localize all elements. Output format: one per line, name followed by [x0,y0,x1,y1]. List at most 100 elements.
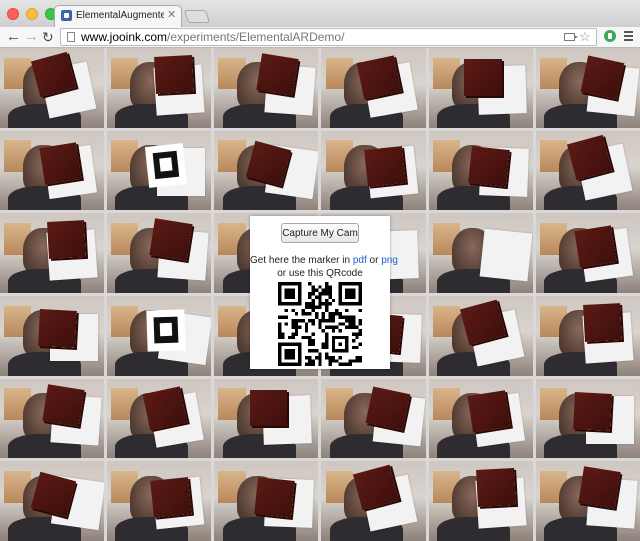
qr-module [358,332,362,336]
qr-module [321,329,326,333]
qr-module [358,329,362,333]
qr-module [358,359,362,363]
webcam-frame [321,378,426,459]
qr-module [325,325,329,330]
qr-module [288,335,292,340]
qr-module [308,302,312,306]
tab-close-icon[interactable]: ✕ [167,9,176,21]
webcam-frame [214,130,319,211]
or-word: or [369,255,379,266]
ar-cube [464,59,502,96]
menu-icon[interactable] [624,31,633,41]
extension-icon[interactable] [604,30,616,42]
qr-module [291,332,295,336]
forward-arrow-icon[interactable]: → [24,28,39,46]
qr-module [311,349,315,353]
qr-module [284,315,289,319]
qr-module [304,362,309,366]
qr-module [348,322,352,326]
window-minimize-button[interactable] [26,8,38,20]
new-tab-button[interactable] [183,10,211,23]
qr-module [345,288,356,299]
qr-module [311,362,315,366]
qr-module [304,322,309,326]
qr-module [291,335,295,340]
qr-module [321,342,326,346]
qr-module [318,322,322,326]
qr-module [294,332,299,336]
ar-cube [149,218,193,261]
qr-module [338,342,342,346]
qr-module [341,362,346,366]
qr-module [294,325,299,330]
capture-my-cam-button[interactable]: Capture My Cam [281,223,359,243]
ar-cube [475,468,515,507]
qr-module [351,318,356,323]
url-text[interactable]: www.jooink.com/experiments/ElementalARDe… [81,30,344,45]
webcam-frame [321,130,426,211]
qr-module [304,305,309,309]
qr-module [308,292,312,296]
ar-cube [356,55,401,100]
back-arrow-icon[interactable]: ← [6,28,21,46]
qr-module [348,318,352,323]
ar-cube [254,476,296,518]
reload-icon[interactable]: ↻ [42,28,54,46]
qr-module [358,342,362,346]
webcam-frame [214,48,319,128]
webcam-frame [535,213,640,293]
webcam-frame [107,130,212,211]
qr-module [304,329,309,333]
webcam-frame [0,461,105,541]
qr-module [308,349,312,353]
camera-icon[interactable] [564,33,578,41]
qr-module [325,332,329,336]
window-close-button[interactable] [7,8,19,20]
qr-module [338,329,342,333]
webcam-frame [428,461,533,541]
qr-module [358,318,362,323]
ar-cube [150,476,192,518]
webcam-frame [107,461,212,541]
marker-pdf-link[interactable]: pdf [353,255,367,266]
page-icon [67,32,75,42]
qr-module [345,315,349,319]
qr-module [311,298,315,303]
ar-cube [364,146,406,187]
star-icon[interactable]: ☆ [579,29,591,44]
qr-module [308,362,312,366]
qr-module [351,322,356,326]
webcam-frame [428,48,533,128]
qr-module [278,335,282,340]
browser-tab[interactable]: ElementalAugmentedReali ✕ [54,5,182,27]
qr-module [278,315,282,319]
qr-module [328,362,332,366]
webcam-frame [428,130,533,211]
qr-module [278,322,282,326]
qr-module [294,322,299,326]
qr-module [318,302,322,306]
qr-module [335,359,339,363]
ar-cube [573,392,613,431]
address-bar[interactable]: www.jooink.com/experiments/ElementalARDe… [60,28,597,46]
qr-module [325,355,329,360]
qr-module [304,335,309,340]
webcam-frame [0,213,105,293]
ar-cube [582,302,623,342]
qr-module [338,315,342,319]
qr-module [298,325,302,330]
qr-module [321,312,326,316]
ar-cube [46,220,87,259]
qr-module [351,325,356,330]
qr-module [338,312,342,316]
qr-module [311,292,315,296]
qr-module [311,359,315,363]
qr-module [328,359,332,363]
qr-module [358,355,362,360]
qr-module [311,339,315,343]
qr-module [278,332,282,336]
qr-module [335,312,339,316]
marker-png-link[interactable]: png [381,255,398,266]
qr-module [328,295,332,299]
webcam-frame [321,461,426,541]
